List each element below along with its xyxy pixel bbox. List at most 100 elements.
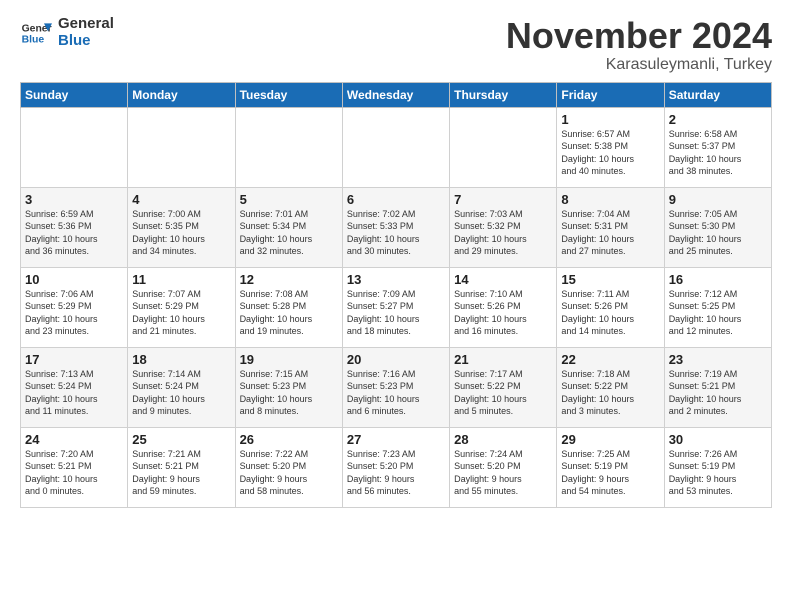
column-header-saturday: Saturday [664, 82, 771, 107]
day-info: Sunrise: 7:00 AMSunset: 5:35 PMDaylight:… [132, 208, 230, 258]
day-cell: 20Sunrise: 7:16 AMSunset: 5:23 PMDayligh… [342, 347, 449, 427]
day-cell: 3Sunrise: 6:59 AMSunset: 5:36 PMDaylight… [21, 187, 128, 267]
day-cell: 14Sunrise: 7:10 AMSunset: 5:26 PMDayligh… [450, 267, 557, 347]
day-info: Sunrise: 6:59 AMSunset: 5:36 PMDaylight:… [25, 208, 123, 258]
day-number: 17 [25, 352, 123, 367]
column-header-monday: Monday [128, 82, 235, 107]
month-title: November 2024 [506, 16, 772, 56]
calendar-header-row: SundayMondayTuesdayWednesdayThursdayFrid… [21, 82, 772, 107]
column-header-wednesday: Wednesday [342, 82, 449, 107]
svg-text:Blue: Blue [22, 34, 45, 45]
day-number: 6 [347, 192, 445, 207]
day-cell: 30Sunrise: 7:26 AMSunset: 5:19 PMDayligh… [664, 427, 771, 507]
day-number: 13 [347, 272, 445, 287]
day-info: Sunrise: 7:15 AMSunset: 5:23 PMDaylight:… [240, 368, 338, 418]
day-info: Sunrise: 7:01 AMSunset: 5:34 PMDaylight:… [240, 208, 338, 258]
day-number: 18 [132, 352, 230, 367]
day-cell: 16Sunrise: 7:12 AMSunset: 5:25 PMDayligh… [664, 267, 771, 347]
day-info: Sunrise: 7:26 AMSunset: 5:19 PMDaylight:… [669, 448, 767, 498]
day-cell: 12Sunrise: 7:08 AMSunset: 5:28 PMDayligh… [235, 267, 342, 347]
logo-icon: General Blue [20, 17, 52, 49]
day-cell: 4Sunrise: 7:00 AMSunset: 5:35 PMDaylight… [128, 187, 235, 267]
day-number: 29 [561, 432, 659, 447]
day-number: 14 [454, 272, 552, 287]
day-number: 28 [454, 432, 552, 447]
day-cell: 18Sunrise: 7:14 AMSunset: 5:24 PMDayligh… [128, 347, 235, 427]
day-cell: 21Sunrise: 7:17 AMSunset: 5:22 PMDayligh… [450, 347, 557, 427]
day-number: 7 [454, 192, 552, 207]
day-number: 9 [669, 192, 767, 207]
day-info: Sunrise: 7:19 AMSunset: 5:21 PMDaylight:… [669, 368, 767, 418]
day-info: Sunrise: 7:25 AMSunset: 5:19 PMDaylight:… [561, 448, 659, 498]
logo-line2: Blue [58, 33, 114, 50]
day-number: 30 [669, 432, 767, 447]
day-info: Sunrise: 7:20 AMSunset: 5:21 PMDaylight:… [25, 448, 123, 498]
week-row-4: 17Sunrise: 7:13 AMSunset: 5:24 PMDayligh… [21, 347, 772, 427]
day-cell: 25Sunrise: 7:21 AMSunset: 5:21 PMDayligh… [128, 427, 235, 507]
day-cell: 10Sunrise: 7:06 AMSunset: 5:29 PMDayligh… [21, 267, 128, 347]
calendar-table: SundayMondayTuesdayWednesdayThursdayFrid… [20, 82, 772, 508]
day-info: Sunrise: 7:02 AMSunset: 5:33 PMDaylight:… [347, 208, 445, 258]
day-info: Sunrise: 7:24 AMSunset: 5:20 PMDaylight:… [454, 448, 552, 498]
location-subtitle: Karasuleymanli, Turkey [506, 56, 772, 74]
day-number: 3 [25, 192, 123, 207]
day-info: Sunrise: 7:09 AMSunset: 5:27 PMDaylight:… [347, 288, 445, 338]
day-number: 21 [454, 352, 552, 367]
day-number: 15 [561, 272, 659, 287]
day-number: 27 [347, 432, 445, 447]
week-row-2: 3Sunrise: 6:59 AMSunset: 5:36 PMDaylight… [21, 187, 772, 267]
day-cell: 6Sunrise: 7:02 AMSunset: 5:33 PMDaylight… [342, 187, 449, 267]
day-number: 20 [347, 352, 445, 367]
week-row-3: 10Sunrise: 7:06 AMSunset: 5:29 PMDayligh… [21, 267, 772, 347]
day-info: Sunrise: 6:57 AMSunset: 5:38 PMDaylight:… [561, 128, 659, 178]
day-cell: 28Sunrise: 7:24 AMSunset: 5:20 PMDayligh… [450, 427, 557, 507]
logo: General Blue General Blue [20, 16, 114, 49]
day-cell: 29Sunrise: 7:25 AMSunset: 5:19 PMDayligh… [557, 427, 664, 507]
week-row-1: 1Sunrise: 6:57 AMSunset: 5:38 PMDaylight… [21, 107, 772, 187]
day-cell: 2Sunrise: 6:58 AMSunset: 5:37 PMDaylight… [664, 107, 771, 187]
day-cell: 17Sunrise: 7:13 AMSunset: 5:24 PMDayligh… [21, 347, 128, 427]
day-info: Sunrise: 7:17 AMSunset: 5:22 PMDaylight:… [454, 368, 552, 418]
day-cell: 7Sunrise: 7:03 AMSunset: 5:32 PMDaylight… [450, 187, 557, 267]
day-cell: 13Sunrise: 7:09 AMSunset: 5:27 PMDayligh… [342, 267, 449, 347]
day-info: Sunrise: 7:21 AMSunset: 5:21 PMDaylight:… [132, 448, 230, 498]
day-cell [450, 107, 557, 187]
day-number: 22 [561, 352, 659, 367]
day-cell: 1Sunrise: 6:57 AMSunset: 5:38 PMDaylight… [557, 107, 664, 187]
day-info: Sunrise: 7:13 AMSunset: 5:24 PMDaylight:… [25, 368, 123, 418]
column-header-tuesday: Tuesday [235, 82, 342, 107]
day-info: Sunrise: 7:22 AMSunset: 5:20 PMDaylight:… [240, 448, 338, 498]
day-cell [342, 107, 449, 187]
day-number: 8 [561, 192, 659, 207]
day-info: Sunrise: 6:58 AMSunset: 5:37 PMDaylight:… [669, 128, 767, 178]
day-cell: 23Sunrise: 7:19 AMSunset: 5:21 PMDayligh… [664, 347, 771, 427]
day-cell [128, 107, 235, 187]
day-info: Sunrise: 7:08 AMSunset: 5:28 PMDaylight:… [240, 288, 338, 338]
day-info: Sunrise: 7:23 AMSunset: 5:20 PMDaylight:… [347, 448, 445, 498]
day-number: 5 [240, 192, 338, 207]
day-number: 19 [240, 352, 338, 367]
page: General Blue General Blue November 2024 … [0, 0, 792, 518]
column-header-friday: Friday [557, 82, 664, 107]
day-info: Sunrise: 7:03 AMSunset: 5:32 PMDaylight:… [454, 208, 552, 258]
day-info: Sunrise: 7:18 AMSunset: 5:22 PMDaylight:… [561, 368, 659, 418]
day-info: Sunrise: 7:06 AMSunset: 5:29 PMDaylight:… [25, 288, 123, 338]
day-info: Sunrise: 7:07 AMSunset: 5:29 PMDaylight:… [132, 288, 230, 338]
day-cell: 24Sunrise: 7:20 AMSunset: 5:21 PMDayligh… [21, 427, 128, 507]
title-section: November 2024 Karasuleymanli, Turkey [506, 16, 772, 74]
day-info: Sunrise: 7:04 AMSunset: 5:31 PMDaylight:… [561, 208, 659, 258]
day-info: Sunrise: 7:10 AMSunset: 5:26 PMDaylight:… [454, 288, 552, 338]
day-cell: 19Sunrise: 7:15 AMSunset: 5:23 PMDayligh… [235, 347, 342, 427]
day-number: 12 [240, 272, 338, 287]
day-number: 24 [25, 432, 123, 447]
day-number: 1 [561, 112, 659, 127]
day-cell: 27Sunrise: 7:23 AMSunset: 5:20 PMDayligh… [342, 427, 449, 507]
day-cell: 15Sunrise: 7:11 AMSunset: 5:26 PMDayligh… [557, 267, 664, 347]
day-number: 11 [132, 272, 230, 287]
day-cell [235, 107, 342, 187]
day-cell: 22Sunrise: 7:18 AMSunset: 5:22 PMDayligh… [557, 347, 664, 427]
day-info: Sunrise: 7:11 AMSunset: 5:26 PMDaylight:… [561, 288, 659, 338]
day-info: Sunrise: 7:14 AMSunset: 5:24 PMDaylight:… [132, 368, 230, 418]
day-cell: 5Sunrise: 7:01 AMSunset: 5:34 PMDaylight… [235, 187, 342, 267]
day-number: 23 [669, 352, 767, 367]
